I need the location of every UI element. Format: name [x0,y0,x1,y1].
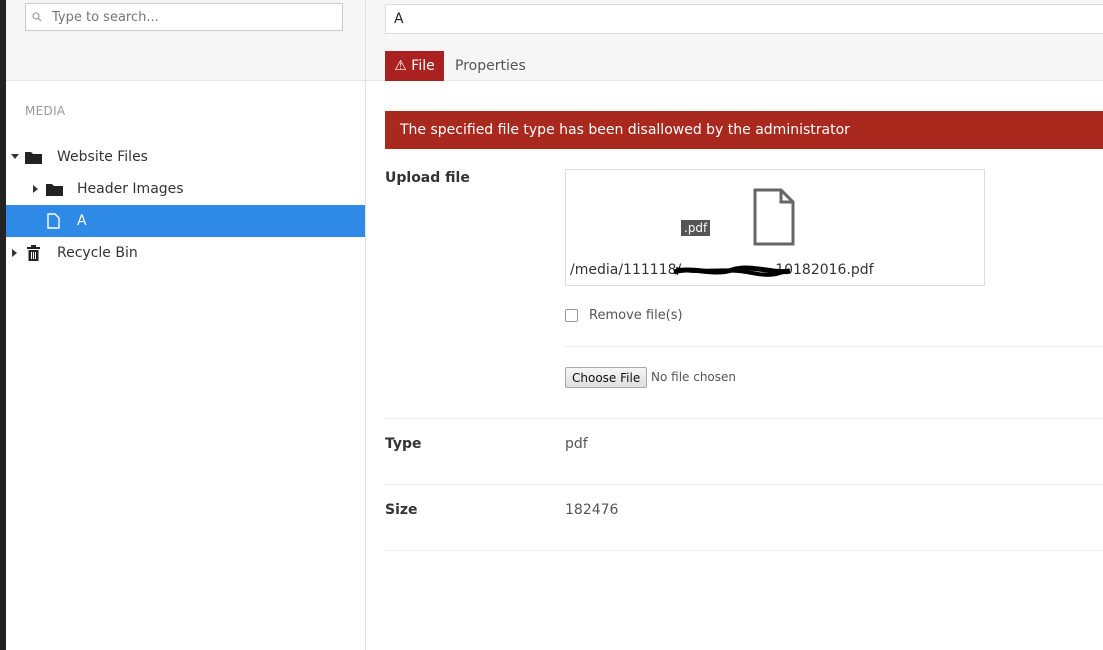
sidebar-header [6,0,365,81]
file-preview: .pdf /media/111118/10182016.pdf [565,169,985,286]
main-panel: A ⚠ File Properties The specified file t… [366,0,1103,650]
redaction-scribble [673,265,791,277]
section-title: MEDIA [25,104,66,118]
tree-item-website-files[interactable]: Website Files [6,141,365,173]
search-box[interactable] [25,3,343,31]
caret-down-icon[interactable] [11,154,19,159]
name-input[interactable]: A [385,4,1103,34]
type-value: pdf [565,436,588,452]
search-input[interactable] [50,8,314,26]
sidebar: MEDIA Website Files Header Images A [6,0,366,650]
folder-icon [25,152,42,164]
tree-item-a[interactable]: A [6,205,365,237]
document-icon [753,188,795,246]
divider [385,418,1103,419]
file-icon [47,213,60,229]
size-value: 182476 [565,502,619,518]
choose-file-button[interactable]: Choose File [565,367,648,388]
folder-icon [46,184,63,196]
tree-item-label: Website Files [57,149,148,165]
tree-item-label: Recycle Bin [57,245,138,261]
type-label: Type [385,436,422,452]
divider [385,484,1103,485]
error-alert: The specified file type has been disallo… [385,111,1103,149]
file-path-prefix: /media/111118/ [570,262,682,278]
tree-item-header-images[interactable]: Header Images [6,173,365,205]
remove-file-checkbox[interactable] [565,309,578,322]
tree-item-label: Header Images [77,181,184,197]
tree-item-recycle-bin[interactable]: Recycle Bin [6,237,365,269]
divider [385,550,1103,551]
file-extension-badge: .pdf [681,220,711,236]
trash-icon [27,245,40,261]
search-icon [32,12,42,22]
no-file-chosen-text: No file chosen [651,370,737,384]
size-label: Size [385,502,418,518]
remove-file-label: Remove file(s) [589,308,683,323]
editor-header: A ⚠ File Properties [366,0,1103,81]
caret-right-icon[interactable] [33,185,38,193]
tab-properties[interactable]: Properties [455,51,526,81]
upload-file-label: Upload file [385,170,470,186]
tab-file[interactable]: ⚠ File [385,51,444,81]
caret-right-icon[interactable] [12,249,17,257]
divider [565,346,1103,347]
tree-item-label: A [77,213,87,229]
